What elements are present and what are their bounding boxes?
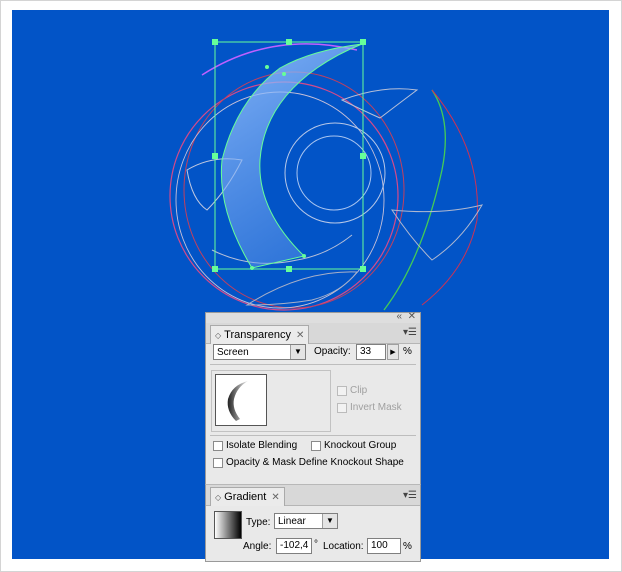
blend-mode-value: Screen [217,347,249,358]
divider [210,435,416,436]
tab-transparency-label: Transparency [224,329,291,341]
location-label: Location: [323,541,364,552]
blend-mode-select[interactable]: Screen ▼ [213,344,306,360]
right-arc-path[interactable] [421,89,478,306]
handle-top-right[interactable] [360,39,366,45]
angle-unit: ° [314,539,318,550]
panel-expand-icon[interactable]: ◇ [215,493,221,502]
angle-input[interactable]: -102,4 [276,538,312,554]
gradient-type-select[interactable]: Linear ▼ [274,513,338,529]
invert-mask-checkbox[interactable]: Invert Mask [337,402,402,413]
anchor-point[interactable] [265,65,269,69]
clip-checkbox[interactable]: Clip [337,385,367,396]
inner-ellipse-path[interactable] [175,91,385,309]
opacity-unit: % [403,346,412,357]
tab-gradient-label: Gradient [224,491,267,503]
tab-gradient[interactable]: ◇ Gradient ✕ [210,487,285,506]
tab-close-icon[interactable]: ✕ [296,330,304,341]
center-ring-outer[interactable] [284,122,386,224]
anchor-point[interactable] [282,72,286,76]
checkbox-box[interactable] [213,440,223,451]
transparency-tab-row: ◇ Transparency ✕ ▾☰ [206,323,420,344]
invert-mask-label: Invert Mask [350,402,402,413]
collapse-panel-icon[interactable]: « [396,311,402,322]
center-ring-inner[interactable] [296,135,372,211]
handle-top-left[interactable] [212,39,218,45]
handle-bottom-right[interactable] [360,266,366,272]
location-input[interactable]: 100 [367,538,401,554]
transparency-panel: « ✕ ◇ Transparency ✕ ▾☰ Screen ▼ Opacity… [205,311,421,486]
knockout-group-checkbox[interactable]: Knockout Group [311,440,396,451]
panel-menu-icon[interactable]: ▾☰ [403,490,417,501]
panel-expand-icon[interactable]: ◇ [215,331,221,340]
opacity-mask-knockout-label: Opacity & Mask Define Knockout Shape [226,457,404,468]
play-arrow-icon: ▶ [390,349,396,356]
panel-menu-icon[interactable]: ▾☰ [403,327,417,338]
petal-right-path[interactable] [390,204,484,261]
gradient-type-value: Linear [278,516,306,527]
clip-label: Clip [350,385,368,396]
gradient-panel: ◇ Gradient ✕ ▾☰ Type: Linear ▼ Angle: -1… [205,484,421,562]
isolate-blending-checkbox[interactable]: Isolate Blending [213,440,297,451]
handle-bottom-left[interactable] [212,266,218,272]
angle-label: Angle: [243,541,272,552]
location-value: 100 [371,540,388,551]
chevron-down-icon[interactable]: ▼ [290,345,305,359]
gradient-type-label: Type: [246,517,271,528]
panel-title-bar[interactable]: « ✕ [206,311,420,323]
green-arc-path[interactable] [383,89,446,311]
tab-transparency[interactable]: ◇ Transparency ✕ [210,325,310,344]
opacity-label: Opacity: [314,346,351,357]
handle-middle-left[interactable] [212,153,218,159]
handle-middle-right[interactable] [360,153,366,159]
tab-close-icon[interactable]: ✕ [271,492,279,503]
checkbox-box[interactable] [337,402,347,413]
opacity-value: 33 [360,346,372,357]
location-unit: % [403,541,412,552]
handle-bottom-middle[interactable] [286,266,292,272]
anchor-point[interactable] [250,266,254,270]
checkbox-box[interactable] [311,440,321,451]
petal-top-path[interactable] [340,88,419,119]
close-panel-icon[interactable]: ✕ [408,311,416,322]
opacity-input[interactable]: 33 [356,344,386,360]
divider [210,364,416,365]
selected-crescent-shape[interactable] [220,43,363,269]
outer-ellipse-path[interactable] [183,71,405,309]
opacity-slider-toggle[interactable]: ▶ [387,344,399,360]
handle-top-middle[interactable] [286,39,292,45]
gradient-swatch[interactable] [214,511,242,539]
checkbox-box[interactable] [213,457,223,468]
anchor-point[interactable] [302,254,306,258]
artwork-thumbnail[interactable] [215,374,267,426]
checkbox-box[interactable] [337,385,347,396]
gradient-tab-row: ◇ Gradient ✕ ▾☰ [206,485,420,506]
outer-circle-path[interactable] [169,81,399,311]
knockout-group-label: Knockout Group [324,440,397,451]
petal-bottom-path[interactable] [245,271,358,306]
chevron-down-icon[interactable]: ▼ [322,514,337,528]
opacity-mask-knockout-checkbox[interactable]: Opacity & Mask Define Knockout Shape [213,457,404,468]
isolate-blending-label: Isolate Blending [226,440,298,451]
angle-value: -102,4 [280,540,309,551]
crescent-thumbnail-icon [227,381,248,421]
